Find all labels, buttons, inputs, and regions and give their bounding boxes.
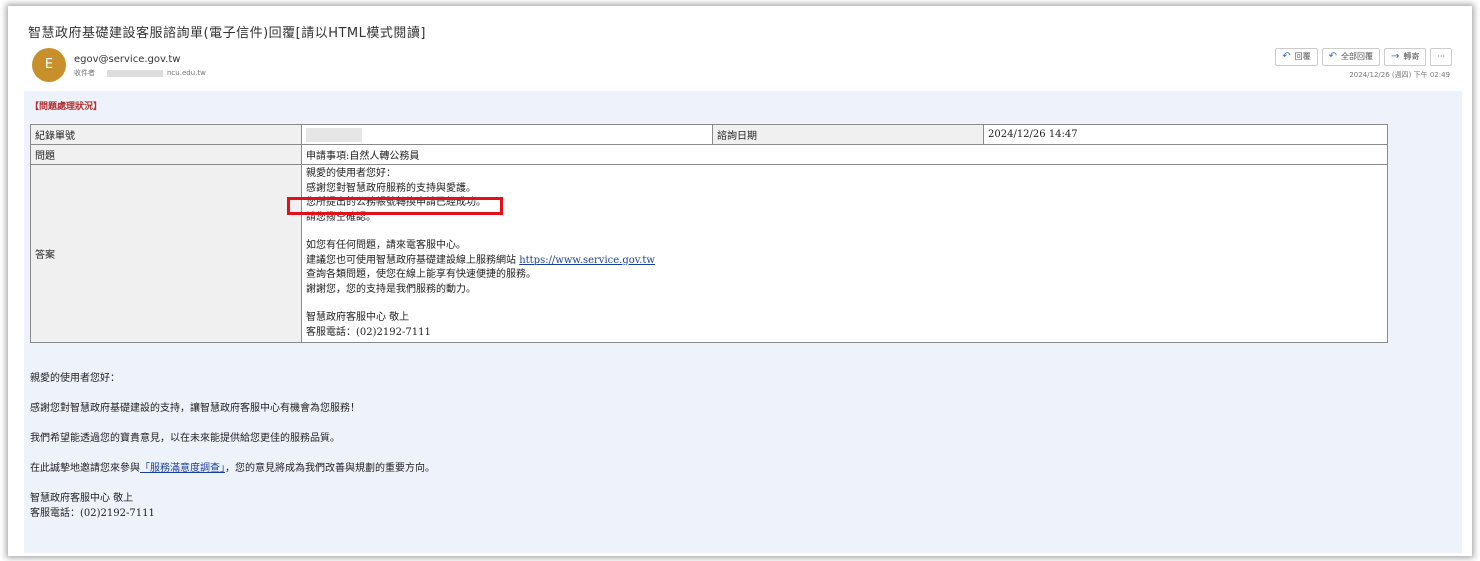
forward-button[interactable]: → 轉寄 xyxy=(1383,48,1427,66)
answer-content: 親愛的使用者您好： 感謝您對智慧政府服務的支持與愛護。 您所提出的公務帳號轉換申… xyxy=(301,164,1388,343)
answer-line: 謝謝您，您的支持是我們服務的動力。 xyxy=(306,283,476,295)
forward-label: 轉寄 xyxy=(1403,52,1420,61)
email-actions: ↶ 回覆 ↶ 全部回覆 → 轉寄 ··· xyxy=(1275,48,1452,66)
answer-line: 建議您也可使用智慧政府基礎建設線上服務網站 https://www.servic… xyxy=(306,254,1383,269)
answer-line: 如您有任何問題，請來電客服中心。 xyxy=(306,240,466,251)
footer-invite: 在此誠摯地邀請您來參與「服務滿意度調查」，您的意見將成為我們改善與規劃的重要方向… xyxy=(30,459,435,474)
survey-link[interactable]: 「服務滿意度調查」 xyxy=(140,463,225,474)
invite-text-after: ，您的意見將成為我們改善與規劃的重要方向。 xyxy=(225,463,435,474)
table-row: 答案 親愛的使用者您好： 感謝您對智慧政府服務的支持與愛護。 您所提出的公務帳號… xyxy=(30,164,1388,343)
question-value: 申請事項:自然人轉公務員 xyxy=(301,144,1388,165)
inquiry-table: 紀錄單號 諮詢日期 2024/12/26 14:47 問題 申請事項:自然人轉公… xyxy=(30,124,1388,343)
email-date: 2024/12/26 (週四) 下午 02:49 xyxy=(1349,71,1450,79)
reply-all-label: 全部回覆 xyxy=(1340,52,1373,61)
reply-button[interactable]: ↶ 回覆 xyxy=(1275,48,1318,66)
answer-line: 智慧政府客服中心 敬上 xyxy=(306,312,410,323)
more-actions-button[interactable]: ··· xyxy=(1430,48,1452,66)
record-label: 紀錄單號 xyxy=(30,124,302,145)
footer-hope: 我們希望能透過您的寶貴意見，以在未來能提供給您更佳的服務品質。 xyxy=(30,433,340,444)
footer-signature: 智慧政府客服中心 敬上 xyxy=(30,493,134,504)
redacted-record-number xyxy=(306,127,362,142)
email-subject: 智慧政府基礎建設客服諮詢單(電子信件)回覆[請以HTML模式閱讀] xyxy=(28,26,426,41)
reply-all-button[interactable]: ↶ 全部回覆 xyxy=(1321,48,1380,66)
email-body: 【問題處理狀況】 紀錄單號 諮詢日期 2024/12/26 14:47 問題 申… xyxy=(24,91,1462,553)
answer-line: 親愛的使用者您好： xyxy=(306,168,396,179)
answer-text: 建議您也可使用智慧政府基礎建設線上服務網站 xyxy=(306,254,516,266)
reply-all-icon: ↶ xyxy=(1328,51,1337,62)
recipient-line: 收件者 ncu.edu.tw xyxy=(74,68,206,78)
recipient-label: 收件者 xyxy=(74,69,95,77)
inquiry-date-label: 諮詢日期 xyxy=(712,124,984,145)
service-website-link[interactable]: https://www.service.gov.tw xyxy=(519,255,655,266)
answer-line: 客服電話：(02)2192-7111 xyxy=(306,326,431,338)
table-row: 紀錄單號 諮詢日期 2024/12/26 14:47 xyxy=(30,124,1388,145)
footer-phone: 客服電話：(02)2192-7111 xyxy=(30,508,155,519)
reply-label: 回覆 xyxy=(1294,52,1311,61)
redacted-recipient xyxy=(107,69,163,77)
answer-line: 感謝您對智慧政府服務的支持與愛護。 xyxy=(306,182,476,194)
table-row: 問題 申請事項:自然人轉公務員 xyxy=(30,144,1388,165)
inquiry-date: 2024/12/26 14:47 xyxy=(983,124,1388,145)
answer-label: 答案 xyxy=(30,164,302,343)
record-number xyxy=(301,124,713,145)
footer-thanks: 感謝您對智慧政府基礎建設的支持，讓智慧政府客服中心有機會為您服務！ xyxy=(30,403,360,414)
forward-icon: → xyxy=(1390,51,1400,62)
sender-address[interactable]: egov@service.gov.tw xyxy=(74,54,180,65)
sender-avatar[interactable]: E xyxy=(32,48,66,82)
reply-icon: ↶ xyxy=(1282,51,1291,62)
invite-text: 在此誠摯地邀請您來參與 xyxy=(30,463,140,474)
email-window: 智慧政府基礎建設客服諮詢單(電子信件)回覆[請以HTML模式閱讀] E egov… xyxy=(8,6,1472,556)
answer-line: 查詢各類問題，使您在線上能享有快速便捷的服務。 xyxy=(306,269,536,280)
highlight-box xyxy=(287,197,503,215)
question-label: 問題 xyxy=(30,144,302,165)
recipient-domain: ncu.edu.tw xyxy=(167,69,206,77)
section-label: 【問題處理狀況】 xyxy=(30,102,103,112)
footer-greeting: 親愛的使用者您好： xyxy=(30,373,120,384)
